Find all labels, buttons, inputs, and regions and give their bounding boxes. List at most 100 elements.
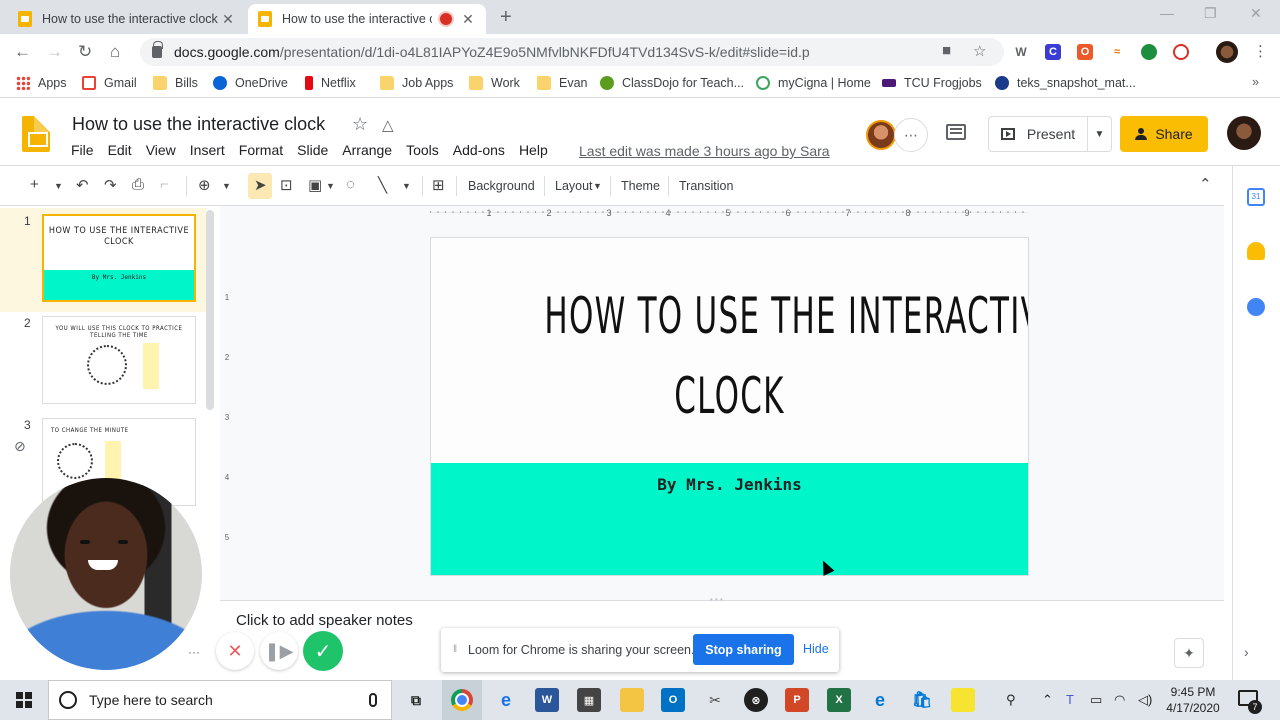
add-comment-icon[interactable]: ⊞ <box>432 176 445 194</box>
select-cursor-icon[interactable]: ➤ <box>254 176 267 194</box>
webcam-bubble[interactable] <box>10 478 202 670</box>
xbox-icon[interactable]: ⊗ <box>744 688 768 712</box>
calculator-icon[interactable]: ▦ <box>577 688 601 712</box>
speaker-notes-placeholder[interactable]: Click to add speaker notes <box>236 612 413 629</box>
stop-sharing-button[interactable]: Stop sharing <box>693 634 794 665</box>
extension-green-icon[interactable] <box>1141 44 1157 60</box>
task-view-icon[interactable]: ⧉ <box>404 688 428 712</box>
edge-icon[interactable]: e <box>868 688 892 712</box>
move-to-drive-icon[interactable]: △ <box>382 116 394 134</box>
battery-icon[interactable]: ▭ <box>1090 692 1102 708</box>
extension-w-icon[interactable]: W <box>1013 44 1029 60</box>
back-icon[interactable]: ← <box>14 42 31 62</box>
collaborator-avatar[interactable] <box>866 120 896 150</box>
more-options-icon[interactable]: ··· <box>180 642 208 662</box>
filmstrip-scrollbar[interactable] <box>206 210 214 410</box>
more-bookmarks-icon[interactable]: » <box>1252 75 1259 89</box>
theme-button[interactable]: Theme <box>621 179 660 193</box>
text-box-icon[interactable]: ⊡ <box>280 176 293 194</box>
minimize-icon[interactable]: — <box>1160 5 1174 21</box>
close-window-icon[interactable]: ✕ <box>1250 5 1262 22</box>
menu-dots-icon[interactable]: ⋮ <box>1253 42 1268 60</box>
bookmark-apps[interactable]: Apps <box>16 76 67 90</box>
profile-avatar[interactable] <box>1216 41 1238 63</box>
reload-icon[interactable]: ↻ <box>78 42 92 62</box>
image-dropdown-icon[interactable]: ▼ <box>326 181 335 191</box>
new-tab-icon[interactable]: + <box>500 6 512 29</box>
wifi-icon[interactable]: ◠ <box>1114 692 1125 708</box>
snip-icon[interactable]: ✂ <box>703 688 727 712</box>
people-icon[interactable]: ⚲ <box>1006 692 1016 708</box>
new-slide-icon[interactable]: + <box>30 176 39 193</box>
taskbar-chrome[interactable] <box>442 680 482 720</box>
bookmark-work[interactable]: Work <box>469 76 520 90</box>
windows-start-icon[interactable] <box>16 692 32 708</box>
undo-icon[interactable]: ↶ <box>76 176 89 194</box>
extension-office-icon[interactable]: O <box>1077 44 1093 60</box>
zoom-dropdown-icon[interactable]: ▼ <box>222 181 231 191</box>
menu-slide[interactable]: Slide <box>290 142 335 158</box>
last-edit-link[interactable]: Last edit was made 3 hours ago by Sara <box>579 143 830 159</box>
explore-icon[interactable]: ✦ <box>1174 638 1204 668</box>
menu-format[interactable]: Format <box>232 142 290 158</box>
layout-button[interactable]: Layout <box>555 179 593 193</box>
powerpoint-icon[interactable]: P <box>785 688 809 712</box>
tasks-icon[interactable] <box>1247 298 1265 316</box>
tray-expand-icon[interactable]: ⌃ <box>1042 692 1053 708</box>
slide-title[interactable]: How to use the interactive clock <box>544 276 1028 436</box>
outlook-icon[interactable]: O <box>661 688 685 712</box>
account-avatar[interactable] <box>1227 116 1261 150</box>
zoom-icon[interactable]: ⊕ <box>198 176 211 194</box>
keep-icon[interactable] <box>1247 242 1265 260</box>
collapse-toolbar-icon[interactable]: ⌃ <box>1199 175 1212 193</box>
close-tab-icon[interactable]: ✕ <box>220 11 236 28</box>
transition-button[interactable]: Transition <box>679 179 733 193</box>
pause-recording-icon[interactable]: ❚▶ <box>260 632 298 670</box>
calendar-icon[interactable]: 31 <box>1247 188 1265 206</box>
menu-tools[interactable]: Tools <box>399 142 446 158</box>
comment-history-icon[interactable] <box>946 124 966 140</box>
menu-file[interactable]: File <box>64 142 101 158</box>
teams-icon[interactable]: T <box>1066 692 1074 707</box>
redo-icon[interactable]: ↷ <box>104 176 117 194</box>
bookmark-mycigna[interactable]: myCigna | Home <box>756 76 871 90</box>
volume-icon[interactable]: ◁) <box>1138 692 1152 708</box>
document-title[interactable]: How to use the interactive clock <box>72 114 325 135</box>
print-icon[interactable]: ⎙ <box>132 176 144 193</box>
menu-view[interactable]: View <box>139 142 183 158</box>
browser-tab-1[interactable]: How to use the interactive clock ✕ <box>8 4 246 34</box>
image-icon[interactable]: ▣ <box>308 176 322 194</box>
slide-subtitle[interactable]: By Mrs. Jenkins <box>431 475 1028 494</box>
address-bar[interactable]: docs.google.com/presentation/d/1di-o4L81… <box>140 38 1004 66</box>
menu-arrange[interactable]: Arrange <box>335 142 399 158</box>
close-tab-icon[interactable]: ✕ <box>460 11 476 28</box>
bookmark-evan[interactable]: Evan <box>537 76 588 90</box>
restore-icon[interactable]: ❐ <box>1204 5 1217 22</box>
notes-drag-handle-icon[interactable]: • • • <box>710 595 723 604</box>
share-button[interactable]: Share <box>1120 116 1208 152</box>
paint-format-icon[interactable]: ⌐ <box>160 176 169 193</box>
bookmark-tcu[interactable]: TCU Frogjobs <box>882 76 982 90</box>
word-icon[interactable]: W <box>535 688 559 712</box>
edge-legacy-icon[interactable]: e <box>494 688 518 712</box>
extension-wave-icon[interactable]: ≈ <box>1109 44 1125 60</box>
cancel-recording-icon[interactable]: ✕ <box>216 632 254 670</box>
bookmark-gmail[interactable]: Gmail <box>82 76 137 90</box>
menu-addons[interactable]: Add-ons <box>446 142 512 158</box>
subtitle-band[interactable]: By Mrs. Jenkins <box>431 463 1028 575</box>
present-button[interactable]: Present <box>988 116 1088 152</box>
menu-help[interactable]: Help <box>512 142 555 158</box>
bookmark-netflix[interactable]: Netflix <box>305 76 356 90</box>
line-dropdown-icon[interactable]: ▼ <box>402 181 411 191</box>
file-explorer-icon[interactable] <box>620 688 644 712</box>
new-slide-dropdown-icon[interactable]: ▼ <box>54 181 63 191</box>
microphone-icon[interactable] <box>369 693 377 707</box>
slides-logo-icon[interactable] <box>22 116 50 152</box>
extension-loom-icon[interactable] <box>1173 44 1189 60</box>
expand-side-panel-icon[interactable]: › <box>1244 644 1249 660</box>
present-dropdown-icon[interactable]: ▼ <box>1088 116 1112 152</box>
sticky-notes-icon[interactable] <box>951 688 975 712</box>
current-slide[interactable]: How to use the interactive clock By Mrs.… <box>431 238 1028 575</box>
store-icon[interactable]: 🛍 <box>910 688 934 712</box>
bookmark-classdojo[interactable]: ClassDojo for Teach... <box>600 76 744 90</box>
